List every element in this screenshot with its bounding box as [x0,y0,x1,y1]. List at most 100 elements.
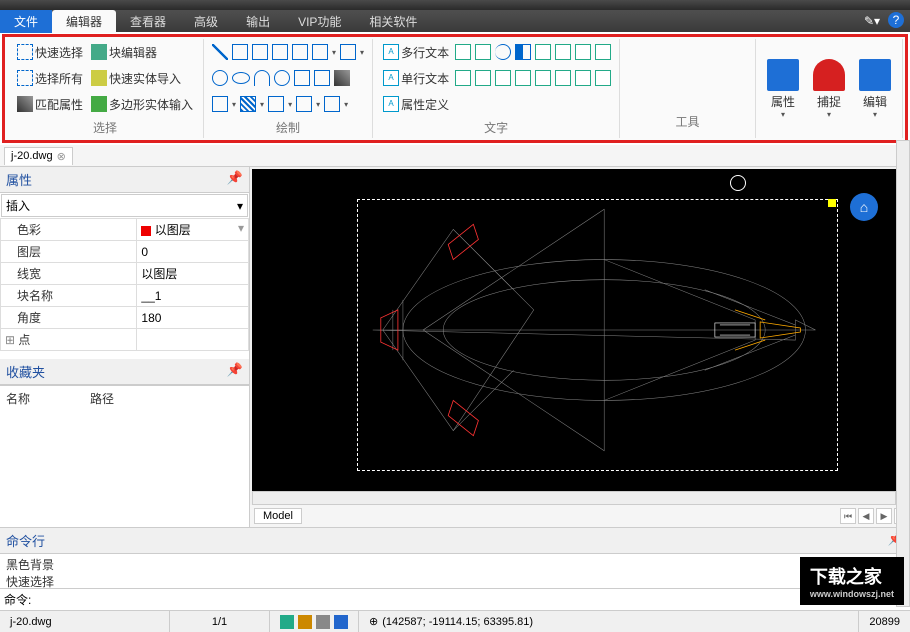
ortho-toggle-icon[interactable] [316,615,330,629]
command-prompt: 命令: [4,591,31,608]
menu-file[interactable]: 文件 [0,10,52,33]
snap-button[interactable]: 捕捉 ▾ [806,41,852,136]
menu-editor[interactable]: 编辑器 [52,10,116,33]
edit-icon[interactable] [535,44,551,60]
menu-related[interactable]: 相关软件 [355,10,431,33]
prop-layer-value[interactable]: 0 [137,241,249,263]
match-props-button[interactable]: 匹配属性 [15,95,85,114]
left-panel: 属性 📌 插入 ▾ 色彩 以图层▾ 图层0 线宽以图层 块名称__1 角度180… [0,167,250,527]
lw-icon[interactable] [535,70,551,86]
model-tab[interactable]: Model [254,508,302,524]
rect-icon[interactable] [252,44,268,60]
drawing-canvas[interactable]: ⌂ [252,169,896,491]
arc2-icon[interactable] [274,70,290,86]
chevron-down-icon[interactable]: ▾ [232,100,236,109]
scale-icon[interactable] [312,44,328,60]
edit-button[interactable]: 编辑 ▾ [852,41,898,136]
offset-icon[interactable] [314,70,330,86]
explode-icon[interactable] [455,70,471,86]
help-icon[interactable]: ? [888,12,904,28]
nav-first-icon[interactable]: ⏮ [840,508,856,524]
join-icon[interactable] [268,96,284,112]
command-history: 黑色背景 快速选择 [0,554,910,588]
horizontal-scrollbar[interactable] [252,491,896,505]
array-icon[interactable] [340,44,356,60]
chevron-down-icon[interactable]: ▾ [344,100,348,109]
quick-entity-import-button[interactable]: 快速实体导入 [89,69,183,88]
block-editor-icon [91,44,107,60]
ribbon-group-select: 快速选择 块编辑器 选择所有 快速实体导入 匹配属性 多边形实体输入 选择 [7,39,204,138]
refresh-icon[interactable] [595,70,611,86]
quick-select-button[interactable]: 快速选择 [15,43,85,62]
menu-output[interactable]: 输出 [232,10,284,33]
prop-block-value[interactable]: __1 [137,285,249,307]
chevron-down-icon[interactable]: ▾ [260,100,264,109]
chevron-down-icon[interactable]: ▾ [781,110,785,119]
trim-icon[interactable] [495,70,511,86]
chevron-down-icon[interactable]: ▾ [873,110,877,119]
menu-advanced[interactable]: 高级 [180,10,232,33]
rotate-icon[interactable] [495,44,511,60]
chevron-down-icon[interactable]: ▾ [332,48,336,57]
pin-icon[interactable]: 📌 [227,170,243,189]
prop-lw-value[interactable]: 以图层 [137,263,249,285]
block-editor-button[interactable]: 块编辑器 [89,43,159,62]
paste-icon[interactable] [475,44,491,60]
line-icon[interactable] [212,44,228,60]
appearance-icon[interactable]: ✎▾ [860,12,884,30]
rect2-icon[interactable] [272,44,288,60]
command-input[interactable] [35,593,906,607]
insert-combo[interactable]: 插入 ▾ [1,194,248,217]
fav-col-path[interactable]: 路径 [90,390,114,407]
move-icon[interactable] [212,96,228,112]
select-all-button[interactable]: 选择所有 [15,69,85,88]
circle-icon[interactable] [212,70,228,86]
vertical-scrollbar[interactable] [896,140,910,607]
prop-point-value[interactable] [137,329,249,351]
copy-icon[interactable] [455,44,471,60]
nav-next-icon[interactable]: ▶ [876,508,892,524]
nav-prev-icon[interactable]: ◀ [858,508,874,524]
boundary-icon[interactable] [294,70,310,86]
group-icon[interactable] [575,44,591,60]
prop-layer-label: 图层 [1,241,137,263]
extend-icon[interactable] [515,70,531,86]
ungroup-icon[interactable] [595,44,611,60]
chevron-down-icon[interactable]: ▾ [288,100,292,109]
hatch-icon[interactable] [240,96,256,112]
properties-button[interactable]: 属性 ▾ [760,41,806,136]
chevron-down-icon[interactable]: ▾ [316,100,320,109]
attdef-button[interactable]: A属性定义 [381,95,451,114]
prop-point-label[interactable]: ⊞ 点 [1,329,137,351]
file-tab[interactable]: j-20.dwg ⊗ [4,147,73,165]
leader-icon[interactable] [324,96,340,112]
mtext-button[interactable]: A多行文本 [381,43,451,62]
ltype-icon[interactable] [555,70,571,86]
prop-angle-value[interactable]: 180 [137,307,249,329]
mirror-icon[interactable] [515,44,531,60]
chevron-down-icon[interactable]: ▾ [827,110,831,119]
polygon-input-button[interactable]: 多边形实体输入 [89,95,195,114]
dim-icon[interactable] [296,96,312,112]
grid-toggle-icon[interactable] [298,615,312,629]
rotate-rect-icon[interactable] [292,44,308,60]
prop-color-value[interactable]: 以图层▾ [137,219,249,241]
erase-icon[interactable] [475,70,491,86]
snap-toggle-icon[interactable] [280,615,294,629]
ribbon-group-title-text: 文字 [381,115,611,136]
stext-button[interactable]: A单行文本 [381,69,451,88]
arc-icon[interactable] [254,70,270,86]
color-icon[interactable] [575,70,591,86]
chevron-down-icon[interactable]: ▾ [360,48,364,57]
polyline-icon[interactable] [232,44,248,60]
brush-icon[interactable] [334,70,350,86]
pin-icon[interactable]: 📌 [227,362,243,381]
menu-vip[interactable]: VIP功能 [284,10,355,33]
menu-viewer[interactable]: 查看器 [116,10,180,33]
ribbon-group-text: A多行文本 A单行文本 [373,39,620,138]
fav-col-name[interactable]: 名称 [6,390,30,407]
osnap-toggle-icon[interactable] [334,615,348,629]
close-icon[interactable]: ⊗ [57,150,66,163]
layer-icon[interactable] [555,44,571,60]
ellipse-icon[interactable] [232,72,250,84]
